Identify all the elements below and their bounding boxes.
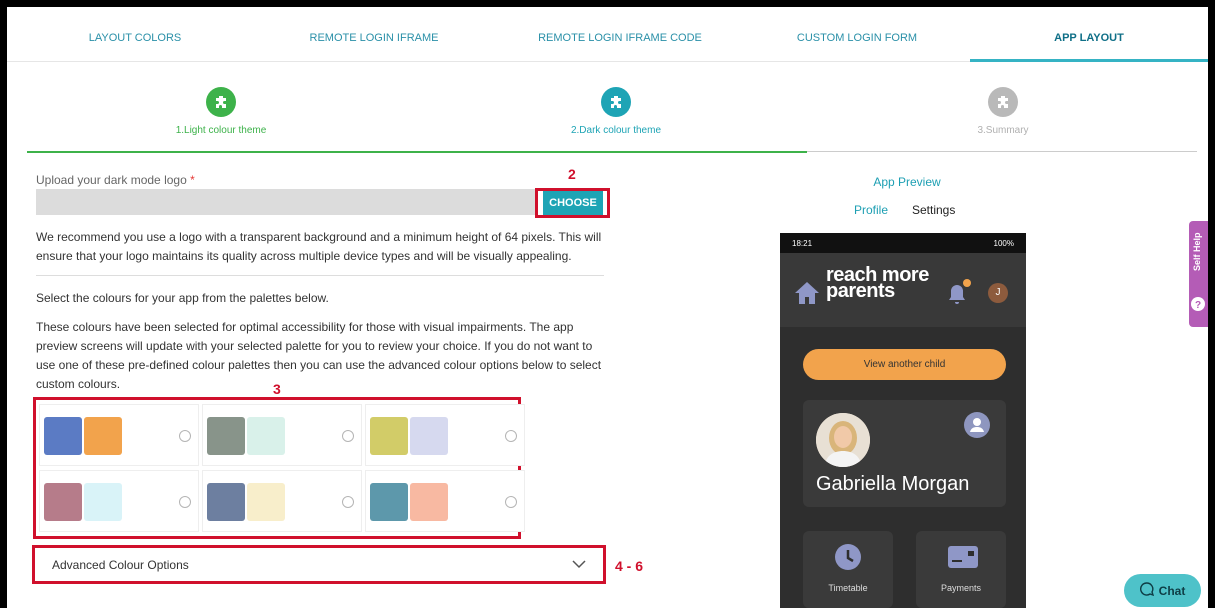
- clock-icon: [834, 543, 862, 571]
- svg-text:?: ?: [1195, 300, 1201, 311]
- tile-label: Timetable: [828, 583, 868, 593]
- palette-radio[interactable]: [179, 496, 191, 508]
- self-help-tab[interactable]: Self Help ?: [1189, 221, 1208, 327]
- palette-option-2[interactable]: [202, 404, 362, 466]
- view-another-child-button[interactable]: View another child: [803, 349, 1006, 380]
- palette-option-4[interactable]: [39, 470, 199, 532]
- primary-swatch: [207, 483, 245, 521]
- primary-swatch: [44, 483, 82, 521]
- reach-more-parents-logo: reach more parents: [826, 265, 929, 301]
- primary-swatch: [370, 483, 408, 521]
- bell-icon: [946, 283, 968, 310]
- preview-tab-settings[interactable]: Settings: [912, 203, 955, 217]
- chat-bubble-icon: [1139, 582, 1154, 599]
- progress-line-pending: [807, 151, 1197, 152]
- secondary-swatch: [410, 417, 448, 455]
- secondary-swatch: [84, 483, 122, 521]
- upload-logo-field[interactable]: [36, 189, 536, 215]
- child-photo: [816, 413, 870, 467]
- app-layout-page: LAYOUT COLORS REMOTE LOGIN IFRAME REMOTE…: [7, 7, 1208, 608]
- logo-hint-text: We recommend you use a logo with a trans…: [36, 230, 602, 263]
- tile-label: Payments: [940, 583, 982, 593]
- divider: [36, 275, 604, 276]
- required-mark: *: [190, 173, 195, 187]
- annotation-3: 3: [273, 381, 281, 397]
- palette-radio[interactable]: [342, 430, 354, 442]
- child-name: Gabriella Morgan: [816, 473, 970, 495]
- primary-swatch: [370, 417, 408, 455]
- app-header: reach more parents J: [780, 253, 1026, 327]
- app-preview-title: App Preview: [873, 175, 941, 189]
- home-icon: [794, 281, 820, 310]
- chat-label: Chat: [1158, 583, 1186, 598]
- palette-grid: [39, 404, 525, 534]
- secondary-swatch: [247, 483, 285, 521]
- palette-radio[interactable]: [342, 496, 354, 508]
- palette-radio[interactable]: [505, 496, 517, 508]
- step-label: 3.Summary: [977, 125, 1029, 136]
- tile-timetable[interactable]: Timetable: [803, 531, 893, 608]
- upload-label-text: Upload your dark mode logo: [36, 173, 187, 187]
- palette-option-6[interactable]: [365, 470, 525, 532]
- palette-option-5[interactable]: [202, 470, 362, 532]
- chevron-down-icon: [572, 556, 586, 574]
- tab-layout-colors[interactable]: LAYOUT COLORS: [55, 7, 215, 62]
- payment-card-icon: [947, 543, 978, 571]
- chat-button[interactable]: Chat: [1124, 574, 1201, 607]
- tab-remote-login-iframe[interactable]: REMOTE LOGIN IFRAME: [289, 7, 459, 62]
- step-dark-colour-theme[interactable]: 2.Dark colour theme: [536, 87, 696, 136]
- advanced-colour-options-accordion[interactable]: Advanced Colour Options: [38, 550, 600, 580]
- palette-radio[interactable]: [179, 430, 191, 442]
- secondary-swatch: [247, 417, 285, 455]
- advanced-options-label: Advanced Colour Options: [52, 558, 189, 572]
- step-summary[interactable]: 3.Summary: [923, 87, 1083, 136]
- help-icon: ?: [1191, 297, 1205, 316]
- primary-swatch: [207, 417, 245, 455]
- step-label: 2.Dark colour theme: [570, 125, 662, 136]
- annotation-2: 2: [568, 166, 576, 182]
- palette-option-3[interactable]: [365, 404, 525, 466]
- tab-remote-login-iframe-code[interactable]: REMOTE LOGIN IFRAME CODE: [520, 7, 720, 62]
- tab-custom-login-form[interactable]: CUSTOM LOGIN FORM: [772, 7, 942, 62]
- palette-intro-text: Select the colours for your app from the…: [36, 291, 329, 305]
- step-label: 1.Light colour theme: [175, 125, 267, 136]
- tile-payments[interactable]: Payments: [916, 531, 1006, 608]
- palette-radio[interactable]: [505, 430, 517, 442]
- puzzle-icon: [988, 87, 1018, 117]
- tab-app-layout[interactable]: APP LAYOUT: [1009, 7, 1169, 62]
- palette-option-1[interactable]: [39, 404, 199, 466]
- puzzle-icon: [206, 87, 236, 117]
- primary-swatch: [44, 417, 82, 455]
- upload-logo-label: Upload your dark mode logo *: [36, 173, 195, 187]
- preview-tab-profile[interactable]: Profile: [854, 203, 888, 217]
- notification-dot: [963, 279, 971, 287]
- phone-status-bar: 18:21 100%: [780, 233, 1026, 253]
- phone-preview: 18:21 100% reach more parents J View ano…: [780, 233, 1026, 608]
- step-light-colour-theme[interactable]: 1.Light colour theme: [141, 87, 301, 136]
- secondary-swatch: [410, 483, 448, 521]
- avatar: J: [988, 283, 1008, 303]
- self-help-label: Self Help: [1192, 232, 1202, 271]
- progress-line-complete: [27, 151, 807, 153]
- puzzle-icon: [601, 87, 631, 117]
- top-tabs: LAYOUT COLORS REMOTE LOGIN IFRAME REMOTE…: [7, 7, 1208, 62]
- status-time: 18:21: [792, 239, 813, 248]
- secondary-swatch: [84, 417, 122, 455]
- palette-description-text: These colours have been selected for opt…: [36, 320, 602, 391]
- child-profile-card: Gabriella Morgan: [803, 400, 1006, 507]
- status-battery: 100%: [993, 239, 1014, 248]
- annotation-4-6: 4 - 6: [615, 558, 644, 574]
- active-tab-indicator: [970, 59, 1208, 62]
- user-icon: [964, 412, 990, 438]
- choose-button[interactable]: CHOOSE: [543, 191, 603, 215]
